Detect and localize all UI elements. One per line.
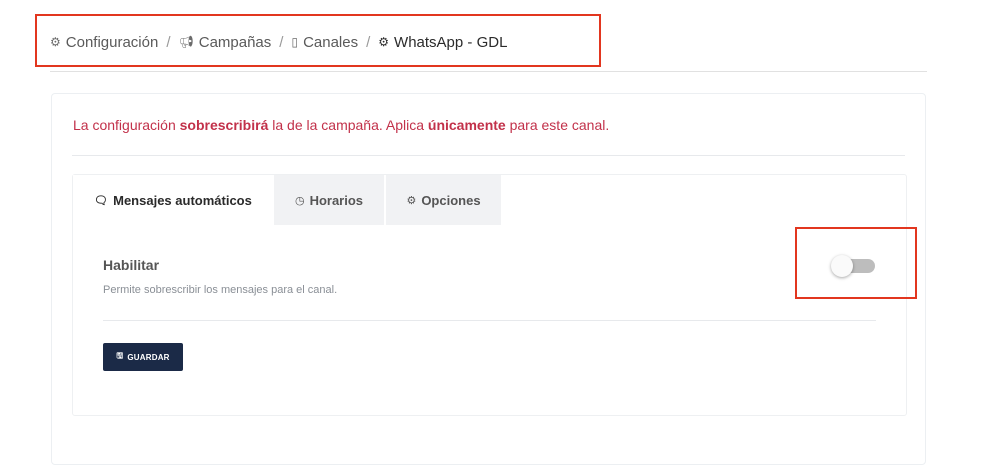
- tab-mensajes-automaticos[interactable]: 🗨︎ Mensajes automáticos: [73, 175, 273, 225]
- header-divider: [50, 71, 927, 72]
- tab-opciones[interactable]: ⚙ Opciones: [386, 175, 501, 225]
- tab-label: Opciones: [421, 192, 481, 208]
- tab-bar: 🗨︎ Mensajes automáticos ◷ Horarios ⚙ Opc…: [73, 175, 501, 225]
- gears-icon: ⚙: [50, 35, 61, 49]
- tab-label: Mensajes automáticos: [113, 192, 252, 208]
- tab-label: Horarios: [309, 192, 364, 208]
- breadcrumb-item-whatsapp-gdl: ⚙ WhatsApp - GDL: [378, 34, 507, 51]
- bullhorn-icon: 📢︎: [178, 35, 194, 49]
- save-button[interactable]: 🖫 GUARDAR: [103, 343, 183, 371]
- clock-icon: ◷: [294, 194, 305, 207]
- notice-emphasis: únicamente: [427, 117, 506, 133]
- mobile-icon: ▯: [291, 35, 299, 49]
- breadcrumb-label: WhatsApp - GDL: [394, 33, 508, 51]
- setting-title: Habilitar: [103, 257, 160, 273]
- setting-divider: [103, 320, 876, 321]
- breadcrumb-label: Campañas: [198, 33, 272, 51]
- gear-icon: ⚙: [406, 194, 417, 207]
- breadcrumb-item-canales[interactable]: ▯ Canales: [291, 34, 358, 51]
- override-notice: La configuración sobrescribirá la de la …: [73, 117, 610, 133]
- page: ⚙ Configuración / 📢︎ Campañas / ▯ Canale…: [0, 0, 996, 469]
- tab-horarios[interactable]: ◷ Horarios: [274, 175, 384, 225]
- breadcrumb-item-campanas[interactable]: 📢︎ Campañas: [179, 34, 272, 51]
- card-divider: [72, 155, 905, 156]
- breadcrumb-separator: /: [166, 33, 171, 51]
- channel-config-card: La configuración sobrescribirá la de la …: [51, 93, 926, 465]
- breadcrumb: ⚙ Configuración / 📢︎ Campañas / ▯ Canale…: [50, 30, 507, 54]
- setting-description: Permite sobrescribir los mensajes para e…: [103, 284, 338, 296]
- breadcrumb-separator: /: [279, 33, 284, 51]
- toggle-knob: [831, 255, 853, 277]
- tabs-panel: 🗨︎ Mensajes automáticos ◷ Horarios ⚙ Opc…: [72, 174, 907, 416]
- notice-emphasis: sobrescribirá: [179, 117, 269, 133]
- breadcrumb-item-configuracion[interactable]: ⚙ Configuración: [50, 34, 158, 51]
- save-icon: 🖫: [116, 351, 124, 360]
- breadcrumb-label: Configuración: [65, 33, 159, 51]
- breadcrumb-label: Canales: [303, 33, 359, 51]
- comments-icon: 🗨︎: [94, 194, 109, 207]
- breadcrumb-separator: /: [366, 33, 371, 51]
- enable-toggle[interactable]: [831, 255, 877, 277]
- save-button-label: GUARDAR: [127, 352, 170, 362]
- gears-icon: ⚙: [378, 35, 390, 49]
